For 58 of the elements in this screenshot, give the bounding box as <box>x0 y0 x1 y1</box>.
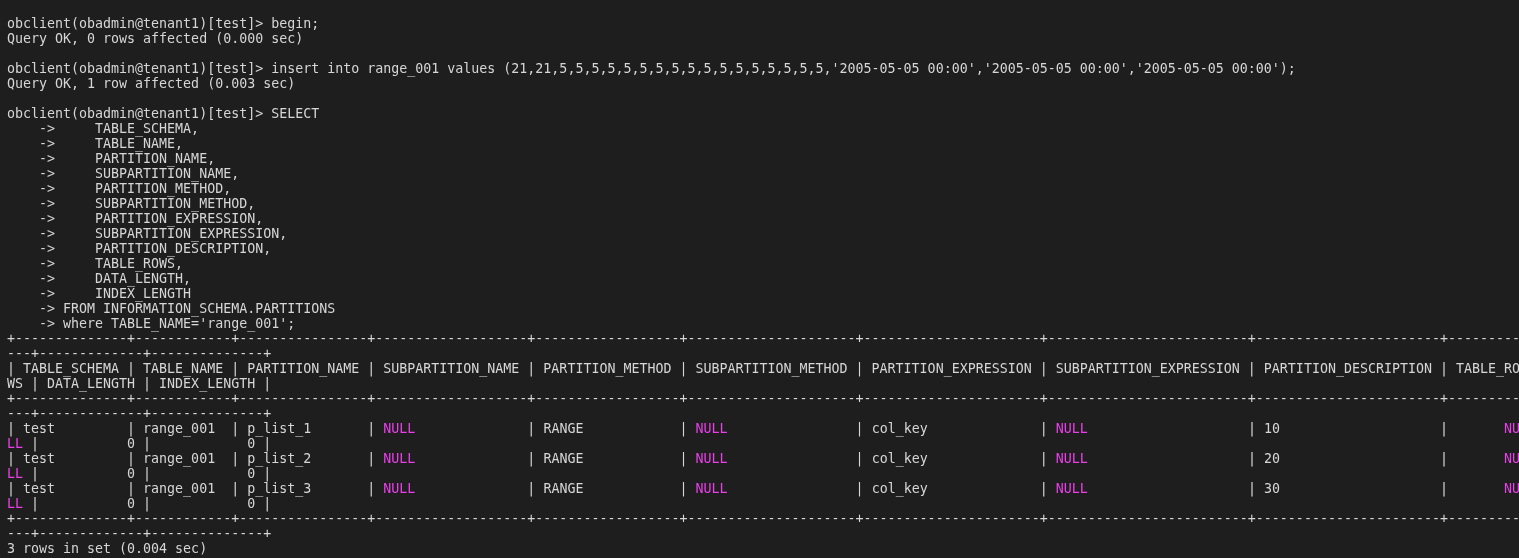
null-value: LL <box>7 496 23 511</box>
null-value: NULL <box>1055 481 1088 496</box>
terminal-text: | 30 | <box>1246 481 1450 496</box>
null-value: NU <box>1504 421 1519 436</box>
null-value: NULL <box>1055 421 1088 436</box>
terminal-text: -> TABLE_SCHEMA, <box>38 121 200 136</box>
terminal-text: -> SUBPARTITION_METHOD, <box>38 196 256 211</box>
terminal-text: | 20 | <box>1246 451 1450 466</box>
terminal-text: -> INDEX_LENGTH <box>38 286 192 301</box>
terminal-text: -> PARTITION_EXPRESSION, <box>38 211 264 226</box>
terminal-text: -> TABLE_ROWS, <box>38 256 184 271</box>
terminal-text: | test | range_001 | p_list_3 | <box>7 481 377 496</box>
terminal-text: | TABLE_SCHEMA | TABLE_NAME | PARTITION_NAME | SUBPARTITION_NAME | PARTITION_METHOD | SUBPARTITION_METHOD | PARTITION_EXPRESSION | SUBPARTITION_EXPRESSION | PARTITION_DESCRIPTION | TABLE_RO <box>7 361 1519 376</box>
null-value: NULL <box>695 481 728 496</box>
terminal-text: +--------------+------------+----------------+-------------------+------------------+---------------------+----------------------+-------------------------+-----------------------+--------- <box>7 331 1519 346</box>
terminal-text: | col_key | <box>854 451 1049 466</box>
terminal-text: | RANGE | <box>526 451 689 466</box>
null-value: NU <box>1504 481 1519 496</box>
terminal-text: -> PARTITION_DESCRIPTION, <box>38 241 272 256</box>
terminal-text: | RANGE | <box>526 421 689 436</box>
terminal-text: | col_key | <box>854 481 1049 496</box>
terminal-text: | 0 | 0 | <box>30 466 272 481</box>
null-value: LL <box>7 436 23 451</box>
terminal-text: +--------------+------------+----------------+-------------------+------------------+---------------------+----------------------+-------------------------+-----------------------+--------- <box>7 391 1519 406</box>
terminal-text: | test | range_001 | p_list_1 | <box>7 421 377 436</box>
null-value: NULL <box>695 451 728 466</box>
terminal-text: | col_key | <box>854 421 1049 436</box>
null-value: NULL <box>383 451 416 466</box>
terminal-text: | RANGE | <box>526 481 689 496</box>
terminal-text: -> PARTITION_NAME, <box>38 151 216 166</box>
terminal-text: | 10 | <box>1246 421 1450 436</box>
terminal-text: Query OK, 1 row affected (0.003 sec) <box>7 76 296 91</box>
terminal-text: ---+-------------+--------------+ <box>7 406 272 421</box>
terminal-text: | test | range_001 | p_list_2 | <box>7 451 377 466</box>
terminal-text: ---+-------------+--------------+ <box>7 526 272 541</box>
terminal-text: | 0 | 0 | <box>30 436 272 451</box>
terminal-text: +--------------+------------+----------------+-------------------+------------------+---------------------+----------------------+-------------------------+-----------------------+--------- <box>7 511 1519 526</box>
terminal-text: -> SUBPARTITION_NAME, <box>38 166 240 181</box>
terminal-text: obclient(obadmin@tenant1)[test]> SELECT <box>7 106 320 121</box>
terminal-text: Query OK, 0 rows affected (0.000 sec) <box>7 31 304 46</box>
terminal-text: obclient(obadmin@tenant1)[test]> insert into range_001 values (21,21,5,5,5,5,5,5,5,5,5,5,5,5,5,5,5,5,5,'2005-05-05 00:00','2005-05-05 00:00','2005-05-05 00:00'); <box>7 61 1296 76</box>
terminal-text: WS | DATA_LENGTH | INDEX_LENGTH | <box>7 376 272 391</box>
null-value: NULL <box>1055 451 1088 466</box>
terminal-text: obclient(obadmin@tenant1)[test]> begin; <box>7 16 320 31</box>
null-value: NULL <box>695 421 728 436</box>
terminal-text: | 0 | 0 | <box>30 496 272 511</box>
terminal-text: -> TABLE_NAME, <box>38 136 184 151</box>
terminal-text: -> SUBPARTITION_EXPRESSION, <box>38 226 288 241</box>
null-value: NULL <box>383 421 416 436</box>
null-value: LL <box>7 466 23 481</box>
terminal-text: -> PARTITION_METHOD, <box>38 181 232 196</box>
terminal-text: 3 rows in set (0.004 sec) <box>7 541 208 556</box>
terminal-text: -> DATA_LENGTH, <box>38 271 192 286</box>
terminal-text: ---+-------------+--------------+ <box>7 346 272 361</box>
null-value: NULL <box>383 481 416 496</box>
null-value: NU <box>1504 451 1519 466</box>
terminal-text: -> FROM INFORMATION_SCHEMA.PARTITIONS <box>38 301 336 316</box>
terminal-text: -> where TABLE_NAME='range_001'; <box>38 316 296 331</box>
